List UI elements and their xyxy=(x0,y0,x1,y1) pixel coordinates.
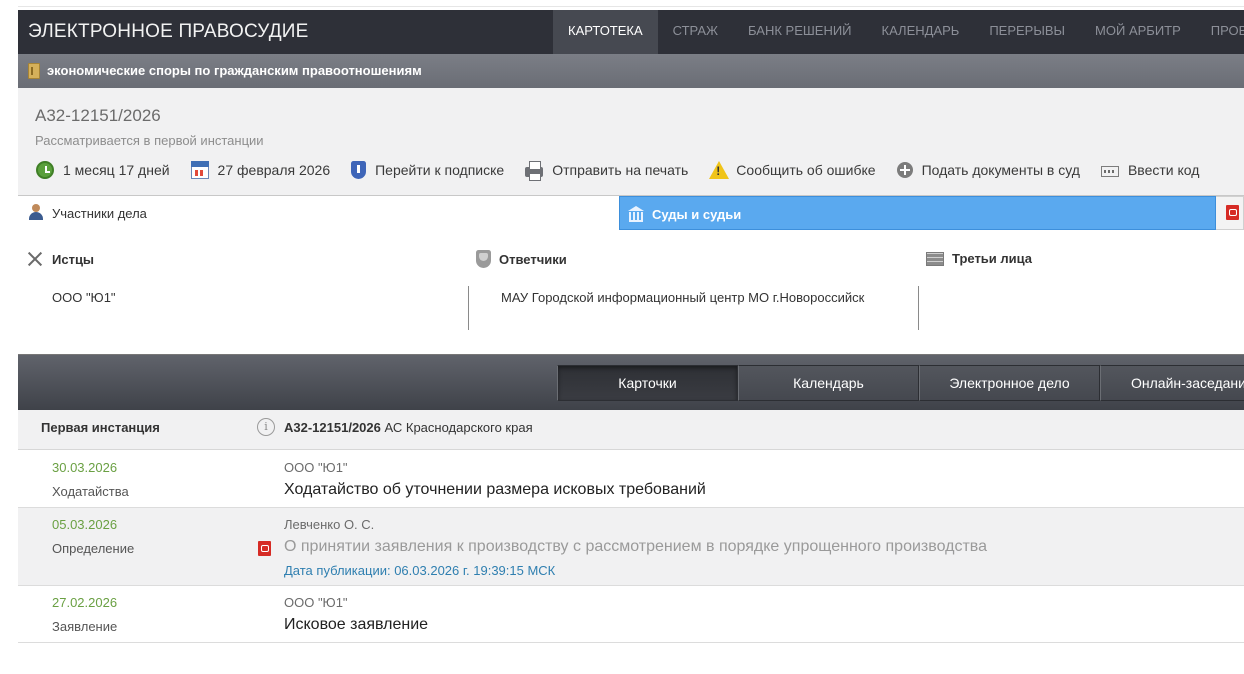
third-parties-title: Третьи лица xyxy=(952,250,1033,266)
instance-case: А32-12151/2026 АС Краснодарского края xyxy=(284,420,533,435)
courthouse-icon xyxy=(628,206,645,222)
main-nav: КАРТОТЕКА СТРАЖ БАНК РЕШЕНИЙ КАЛЕНДАРЬ П… xyxy=(553,10,1244,54)
case-actions: 1 месяц 17 дней 27 февраля 2026 Перейти … xyxy=(36,161,1220,181)
instance-header: Первая инстанция i А32-12151/2026 АС Кра… xyxy=(18,410,1244,450)
nav-item-strazh[interactable]: СТРАЖ xyxy=(658,10,733,54)
top-strip xyxy=(0,0,1244,10)
column-divider xyxy=(918,286,919,330)
category-bar: экономические споры по гражданским право… xyxy=(18,54,1244,88)
subscribe-link[interactable]: Перейти к подписке xyxy=(351,161,504,179)
document-title[interactable]: О принятии заявления к производству с ра… xyxy=(284,538,987,556)
document-title[interactable]: Исковое заявление xyxy=(284,616,428,634)
tab-participants[interactable]: Участники дела xyxy=(0,196,619,230)
tab-participants-label: Участники дела xyxy=(52,206,147,221)
document-title[interactable]: Ходатайство об уточнении размера исковых… xyxy=(284,481,706,499)
tab-courts-label: Суды и судьи xyxy=(652,207,742,222)
duration-label: 1 месяц 17 дней xyxy=(63,162,170,178)
section-tabs: Участники дела Суды и судьи xyxy=(0,196,1244,230)
shield-icon xyxy=(476,250,491,268)
document-author: ООО "Ю1" xyxy=(284,460,348,475)
nav-item-kalendar[interactable]: КАЛЕНДАРЬ xyxy=(867,10,975,54)
crossed-swords-icon xyxy=(26,250,44,268)
print-label: Отправить на печать xyxy=(552,162,689,178)
nav-item-moy-arbitr[interactable]: МОЙ АРБИТР xyxy=(1080,10,1196,54)
defendant-name[interactable]: МАУ Городской информационный центр МО г.… xyxy=(501,290,864,305)
warning-icon xyxy=(709,161,730,179)
shield-icon xyxy=(351,161,367,179)
document-author: Левченко О. С. xyxy=(284,517,375,532)
submit-documents-link[interactable]: Подать документы в суд xyxy=(896,161,1080,179)
date-label: 27 февраля 2026 xyxy=(217,162,331,178)
pdf-icon xyxy=(1226,205,1239,220)
instance-court: АС Краснодарского края xyxy=(384,420,533,435)
category-label: экономические споры по гражданским право… xyxy=(47,63,422,78)
nav-item-kartoteka[interactable]: КАРТОТЕКА xyxy=(553,10,658,54)
clock-icon xyxy=(36,161,54,179)
third-parties-header: Третьи лица xyxy=(926,250,1032,266)
document-date: 27.02.2026 xyxy=(52,595,118,610)
enter-code-label: Ввести код xyxy=(1127,162,1200,178)
plaintiff-name[interactable]: ООО "Ю1" xyxy=(52,290,116,305)
tab-pdf[interactable] xyxy=(1216,196,1244,230)
instance-title: Первая инстанция xyxy=(41,420,160,435)
report-error-label: Сообщить об ошибке xyxy=(736,162,876,178)
tab-cards[interactable]: Карточки xyxy=(557,365,738,401)
document-date: 30.03.2026 xyxy=(52,460,118,475)
tab-online-hearings[interactable]: Онлайн-заседания xyxy=(1100,365,1244,401)
folder-icon xyxy=(28,63,40,79)
duration-item: 1 месяц 17 дней xyxy=(36,161,170,179)
nav-item-proverka[interactable]: ПРОВЕР xyxy=(1196,10,1244,54)
report-error-link[interactable]: Сообщить об ошибке xyxy=(709,161,876,179)
nav-item-pereryvy[interactable]: ПЕРЕРЫВЫ xyxy=(974,10,1080,54)
tab-electronic-case[interactable]: Электронное дело xyxy=(919,365,1100,401)
calendar-icon xyxy=(190,161,209,179)
tab-calendar[interactable]: Календарь xyxy=(738,365,919,401)
document-date: 05.03.2026 xyxy=(52,517,118,532)
case-number: А32-12151/2026 xyxy=(35,106,161,125)
defendants-header: Ответчики xyxy=(476,250,567,268)
plaintiffs-column: Истцы ООО "Ю1" xyxy=(26,230,466,340)
case-tabs-bar: Карточки Календарь Электронное дело Онла… xyxy=(18,354,1244,410)
pdf-icon[interactable] xyxy=(258,541,271,556)
subscribe-label: Перейти к подписке xyxy=(375,162,505,178)
document-row: 30.03.2026 Ходатайства ООО "Ю1" Ходатайс… xyxy=(18,451,1244,508)
brick-wall-icon xyxy=(926,252,944,266)
plus-circle-icon xyxy=(896,162,913,178)
defendants-column: Ответчики МАУ Городской информационный ц… xyxy=(476,230,916,340)
tab-courts-judges[interactable]: Суды и судьи xyxy=(619,196,1216,230)
instance-case-number[interactable]: А32-12151/2026 xyxy=(284,420,381,435)
third-parties-column: Третьи лица xyxy=(926,230,1226,340)
printer-icon xyxy=(525,161,544,181)
column-divider xyxy=(468,286,469,330)
defendants-title: Ответчики xyxy=(499,251,567,267)
case-tabs: Карточки Календарь Электронное дело Онла… xyxy=(557,365,1244,401)
document-row: 05.03.2026 Определение Левченко О. С. О … xyxy=(18,508,1244,586)
code-icon xyxy=(1100,165,1119,177)
brand-logo[interactable]: ЭЛЕКТРОННОЕ ПРАВОСУДИЕ xyxy=(28,21,309,43)
print-link[interactable]: Отправить на печать xyxy=(525,161,689,181)
plaintiffs-title: Истцы xyxy=(52,251,95,267)
document-type: Определение xyxy=(52,541,135,556)
document-row: 27.02.2026 Заявление ООО "Ю1" Исковое за… xyxy=(18,586,1244,643)
submit-documents-label: Подать документы в суд xyxy=(921,162,1080,178)
top-header: ЭЛЕКТРОННОЕ ПРАВОСУДИЕ КАРТОТЕКА СТРАЖ Б… xyxy=(18,10,1244,54)
document-author: ООО "Ю1" xyxy=(284,595,348,610)
publication-date: Дата публикации: 06.03.2026 г. 19:39:15 … xyxy=(284,563,556,578)
document-type: Ходатайства xyxy=(52,484,129,499)
info-icon[interactable]: i xyxy=(257,418,275,436)
enter-code-link[interactable]: Ввести код xyxy=(1100,161,1200,179)
case-info: А32-12151/2026 Рассматривается в первой … xyxy=(18,88,1244,196)
document-type: Заявление xyxy=(52,619,118,634)
nav-item-bank-resheniy[interactable]: БАНК РЕШЕНИЙ xyxy=(733,10,867,54)
participants-panel: Истцы ООО "Ю1" Ответчики МАУ Городской и… xyxy=(0,230,1244,340)
person-icon xyxy=(28,204,44,220)
case-status: Рассматривается в первой инстанции xyxy=(35,133,264,148)
date-item: 27 февраля 2026 xyxy=(190,161,331,179)
plaintiffs-header: Истцы xyxy=(26,250,94,268)
